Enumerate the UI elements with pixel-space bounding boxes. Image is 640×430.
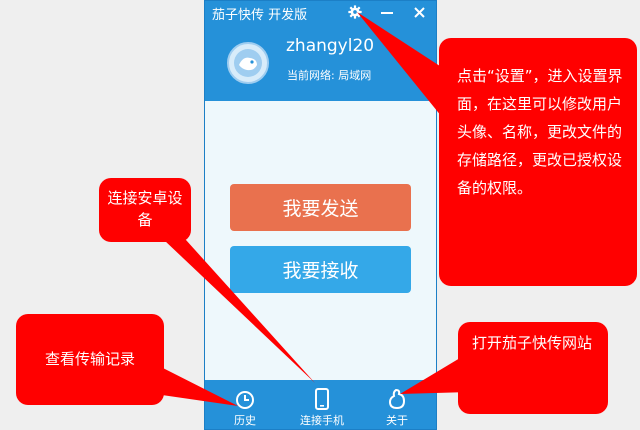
clock-icon bbox=[236, 391, 254, 409]
connect-callout: 连接安卓设备 bbox=[99, 178, 191, 242]
receive-button[interactable]: 我要接收 bbox=[230, 246, 411, 293]
about-icon bbox=[388, 388, 406, 410]
nav-history-label: 历史 bbox=[234, 414, 256, 427]
gear-icon bbox=[348, 5, 362, 19]
bottom-nav: 历史 连接手机 关于 bbox=[205, 380, 436, 429]
close-button[interactable] bbox=[406, 1, 432, 23]
history-callout: 查看传输记录 bbox=[16, 314, 164, 405]
website-callout: 打开茄子快传网站 bbox=[458, 322, 608, 414]
network-status: 当前网络: 局域网 bbox=[287, 69, 372, 82]
minimize-icon bbox=[381, 12, 393, 14]
app-window: 茄子快传 开发版 zhangyl20 当前网络: 局域网 我要发送 我要接收 历… bbox=[204, 0, 437, 430]
minimize-button[interactable] bbox=[374, 1, 400, 23]
header: 茄子快传 开发版 zhangyl20 当前网络: 局域网 bbox=[205, 1, 436, 101]
send-button[interactable]: 我要发送 bbox=[230, 184, 411, 231]
window-title: 茄子快传 开发版 bbox=[212, 8, 308, 23]
phone-icon bbox=[315, 388, 329, 410]
close-icon bbox=[413, 6, 425, 18]
nav-history[interactable]: 历史 bbox=[225, 380, 265, 429]
avatar-image bbox=[234, 49, 262, 77]
username: zhangyl20 bbox=[286, 36, 375, 56]
nav-connect-phone[interactable]: 连接手机 bbox=[290, 380, 354, 429]
nav-about-label: 关于 bbox=[386, 414, 408, 427]
settings-callout: 点击“设置”，进入设置界面，在这里可以修改用户头像、名称，更改文件的存储路径，更… bbox=[439, 38, 637, 286]
avatar[interactable] bbox=[227, 42, 269, 84]
nav-connect-label: 连接手机 bbox=[300, 414, 344, 427]
nav-about[interactable]: 关于 bbox=[377, 380, 417, 429]
settings-button[interactable] bbox=[342, 1, 368, 23]
